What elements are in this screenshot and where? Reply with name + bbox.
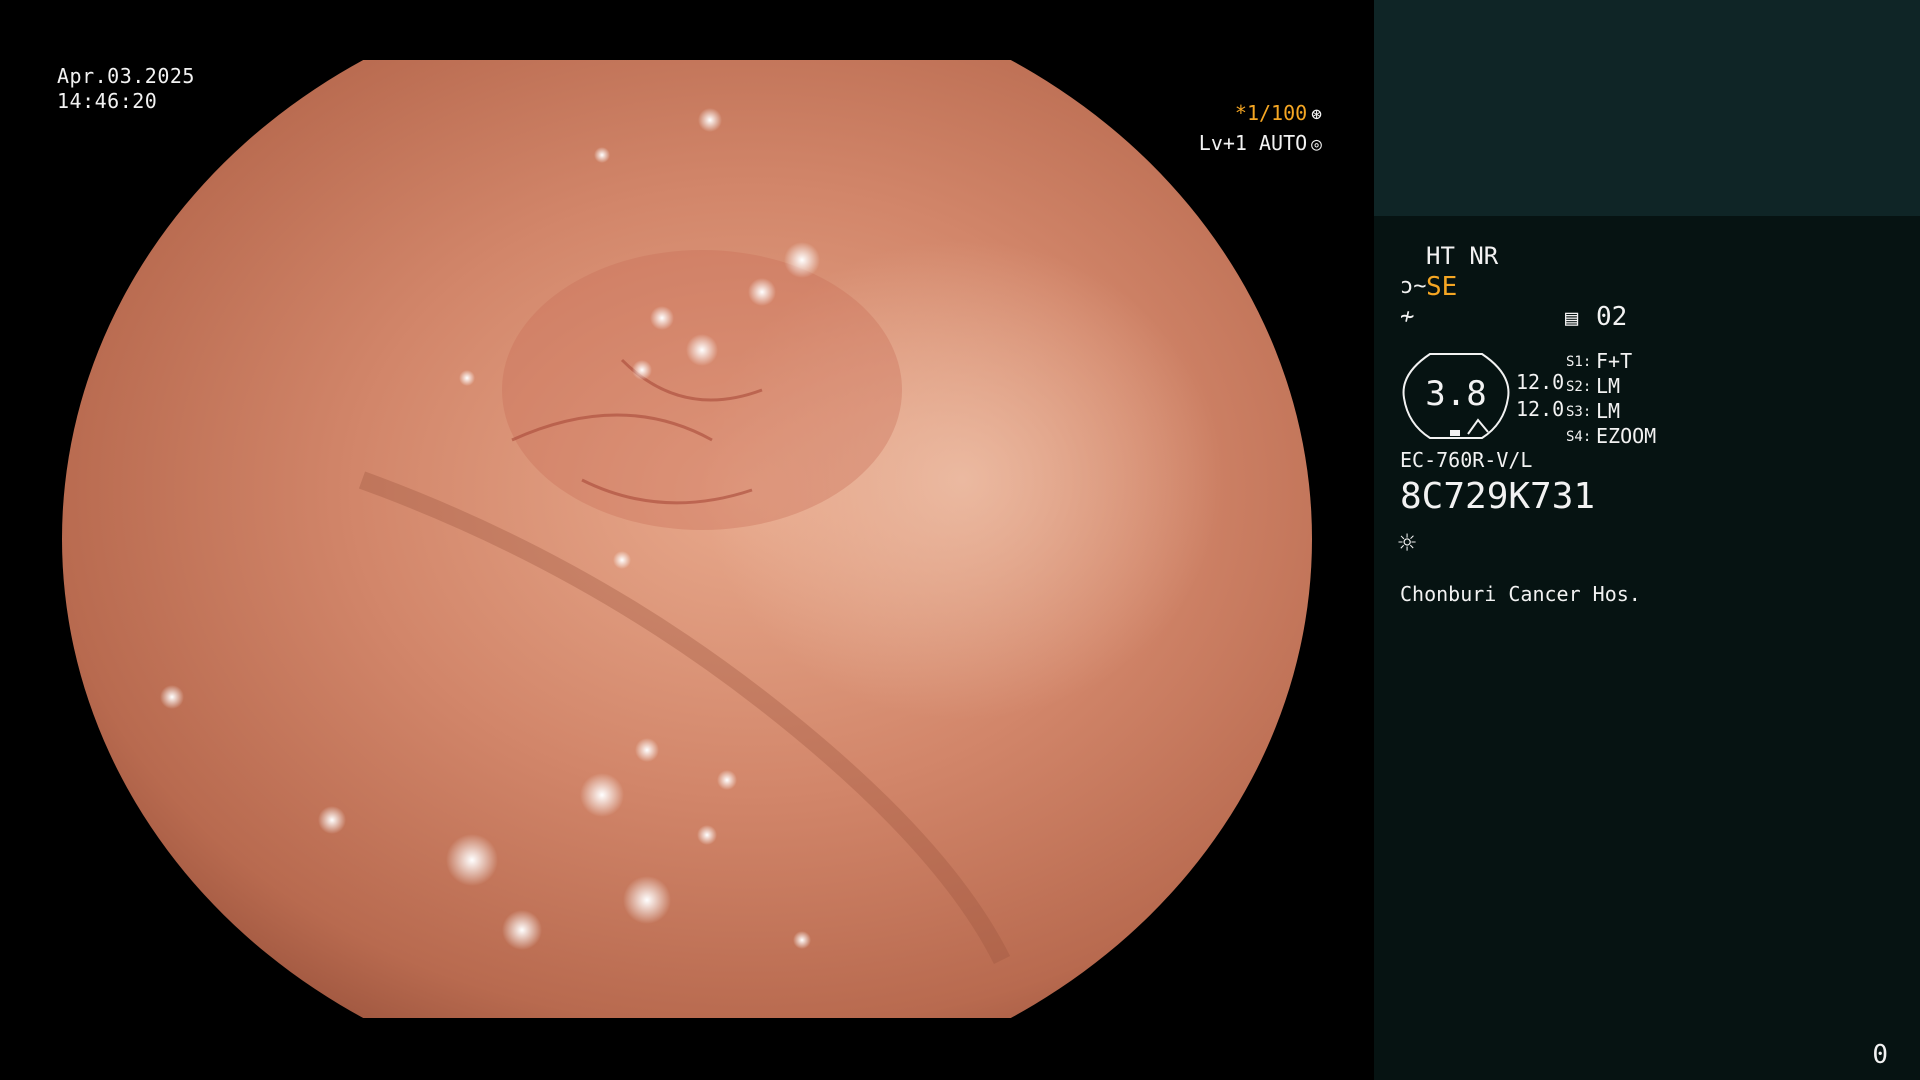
endoscope-view: Apr.03.2025 14:46:20 *1/100 ⊛ Lv+1 AUTO ◎ — [0, 0, 1374, 1080]
switch-value-2: LM — [1596, 374, 1621, 398]
switch-label-1: S1: — [1566, 354, 1592, 370]
se-label: SE — [1426, 272, 1458, 302]
lens-value: 3.8 — [1425, 374, 1487, 414]
iris-icon: ◎ — [1311, 134, 1322, 155]
scope-model: EC-760R-V/L — [1400, 448, 1533, 472]
endoscopic-image — [62, 60, 1312, 1018]
shutter-icon: ⊛ — [1311, 104, 1322, 125]
status-panel — [1374, 216, 1920, 1080]
color-signal-icon: ≁ — [1400, 302, 1415, 330]
date-time: Apr.03.2025 14:46:20 — [57, 64, 195, 114]
document-icon: ▤ — [1565, 306, 1579, 331]
focus-value-2: 12.0 — [1516, 397, 1565, 421]
exposure-value: Lv+1 AUTO — [1198, 131, 1308, 155]
panel-header — [1374, 0, 1920, 216]
channel-number: 02 — [1596, 302, 1628, 332]
exposure-info: *1/100 ⊛ Lv+1 AUTO ◎ — [1199, 99, 1322, 159]
time: 14:46:20 — [57, 89, 158, 113]
switch-label-3: S3: — [1566, 404, 1592, 420]
scope-serial: 8C729K731 — [1400, 476, 1596, 517]
image-counter: 0 — [1872, 1040, 1888, 1070]
shutter-value: *1/100 — [1234, 101, 1308, 125]
structure-enhance-icon: ɔ~ — [1400, 274, 1427, 299]
image-modes: HT NR — [1426, 242, 1499, 270]
switch-label-4: S4: — [1566, 429, 1592, 445]
switch-value-4: EZOOM — [1596, 424, 1657, 448]
date: Apr.03.2025 — [57, 64, 195, 88]
light-source-icon: ☼ — [1398, 526, 1417, 561]
switch-label-2: S2: — [1566, 379, 1592, 395]
switch-value-3: LM — [1596, 399, 1621, 423]
focus-value-1: 12.0 — [1516, 370, 1565, 394]
hospital-name: Chonburi Cancer Hos. — [1400, 582, 1641, 606]
switch-value-1: F+T — [1596, 349, 1633, 373]
